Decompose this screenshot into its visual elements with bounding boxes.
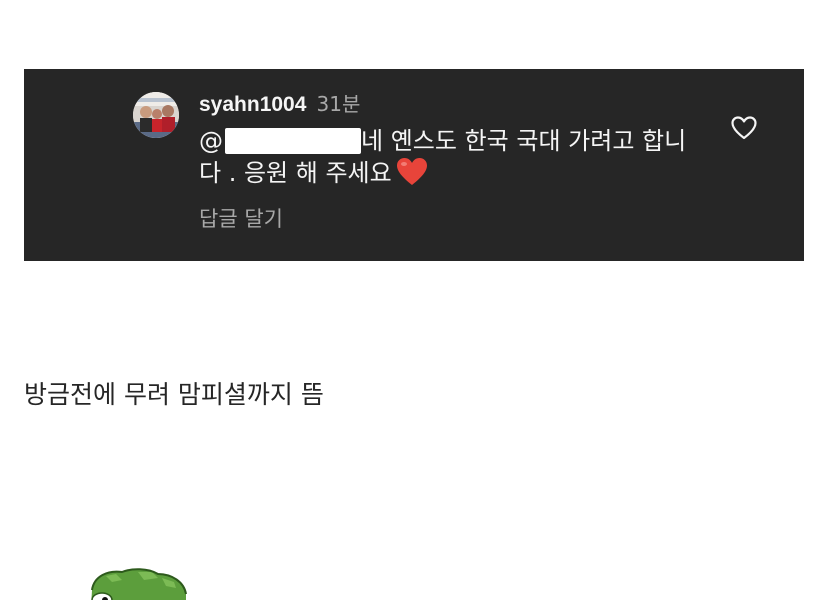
mention-prefix[interactable]: @ [199, 127, 223, 155]
avatar-photo [133, 92, 179, 138]
comment-card: syahn1004 31분 @ 네 옌스도 한국 국대 가려고 합니 다 . 응원… [24, 69, 804, 261]
comment-header: syahn1004 31분 [199, 88, 360, 122]
reply-button[interactable]: 답글 달기 [199, 204, 283, 234]
avatar[interactable] [133, 92, 179, 138]
timestamp: 31분 [316, 92, 361, 116]
comment-text-line1: 네 옌스도 한국 국대 가려고 합니 [361, 127, 687, 155]
post-caption: 방금전에 무려 맘피셜까지 뜸 [24, 380, 324, 409]
page: syahn1004 31분 @ 네 옌스도 한국 국대 가려고 합니 다 . 응원… [0, 0, 828, 600]
frog-sticker-icon [78, 566, 198, 600]
comment-text: @ 네 옌스도 한국 국대 가려고 합니 다 . 응원 해 주세요 [199, 125, 719, 195]
heart-emoji-icon [396, 157, 428, 195]
username[interactable]: syahn1004 [199, 93, 306, 116]
comment-text-line2: 다 . 응원 해 주세요 [199, 159, 392, 187]
mention-redaction [225, 128, 361, 154]
heart-outline-icon[interactable] [729, 113, 759, 143]
